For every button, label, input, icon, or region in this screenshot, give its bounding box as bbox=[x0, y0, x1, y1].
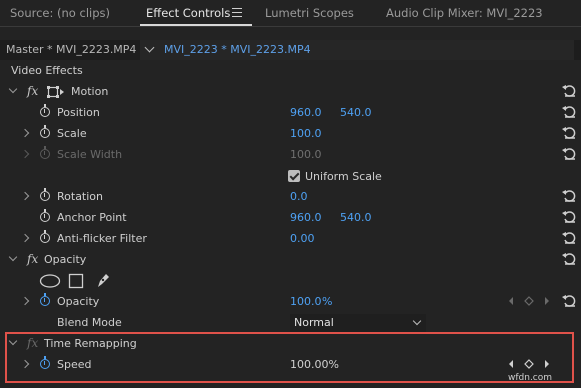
effect-time-remapping-row[interactable]: fx Time Remapping bbox=[0, 334, 581, 355]
chevron-down-icon[interactable] bbox=[8, 252, 18, 262]
stopwatch-icon[interactable] bbox=[40, 188, 50, 201]
uniform-scale-label[interactable]: Uniform Scale bbox=[305, 170, 382, 183]
keyframe-navigator bbox=[509, 296, 549, 306]
pen-mask-icon[interactable] bbox=[95, 272, 111, 289]
param-scale-width-row: Scale Width 100.0 bbox=[0, 145, 581, 166]
fx-toggle-icon: fx bbox=[27, 336, 39, 350]
param-label: Anti-flicker Filter bbox=[57, 232, 147, 245]
position-y-value[interactable]: 540.0 bbox=[340, 106, 372, 119]
add-keyframe-icon bbox=[524, 359, 534, 369]
next-keyframe-icon bbox=[545, 297, 549, 305]
chevron-down-icon bbox=[412, 316, 422, 326]
clip-selector[interactable]: MVI_2223 * MVI_2223.MP4 bbox=[140, 40, 574, 60]
reset-icon[interactable] bbox=[562, 84, 576, 98]
tab-lumetri-scopes[interactable]: Lumetri Scopes bbox=[265, 6, 354, 20]
uniform-scale-row: Uniform Scale bbox=[0, 167, 581, 188]
blend-mode-select[interactable]: Normal bbox=[290, 314, 426, 333]
rotation-value[interactable]: 0.0 bbox=[290, 190, 308, 203]
param-rotation-row: Rotation 0.0 bbox=[0, 187, 581, 208]
section-video-effects: Video Effects bbox=[11, 64, 83, 77]
blend-mode-value: Normal bbox=[294, 316, 334, 329]
scale-value[interactable]: 100.0 bbox=[290, 127, 322, 140]
mask-tools-row bbox=[0, 271, 581, 292]
stopwatch-icon bbox=[40, 146, 50, 159]
anchor-y-value[interactable]: 540.0 bbox=[340, 211, 372, 224]
watermark: wfdn.com bbox=[508, 373, 553, 383]
chevron-right-icon bbox=[20, 149, 30, 159]
stopwatch-icon[interactable] bbox=[40, 125, 50, 138]
ellipse-mask-icon[interactable] bbox=[39, 274, 61, 288]
position-x-value[interactable]: 960.0 bbox=[290, 106, 322, 119]
stopwatch-icon[interactable] bbox=[40, 230, 50, 243]
clip-name[interactable]: MVI_2223 * MVI_2223.MP4 bbox=[164, 43, 311, 56]
reset-icon[interactable] bbox=[562, 294, 576, 308]
effect-motion-row[interactable]: fx Motion bbox=[0, 82, 581, 103]
opacity-unit: % bbox=[322, 295, 333, 308]
param-blend-mode-row: Blend Mode Normal bbox=[0, 313, 581, 334]
chevron-right-icon[interactable] bbox=[20, 359, 30, 369]
param-opacity-row: Opacity 100.0 % bbox=[0, 292, 581, 313]
param-anchor-point-row: Anchor Point 960.0 540.0 bbox=[0, 208, 581, 229]
reset-icon[interactable] bbox=[562, 210, 576, 224]
anti-flicker-value[interactable]: 0.00 bbox=[290, 232, 315, 245]
uniform-scale-checkbox[interactable] bbox=[288, 170, 300, 182]
param-anti-flicker-row: Anti-flicker Filter 0.00 bbox=[0, 229, 581, 250]
param-label: Opacity bbox=[57, 295, 100, 308]
stopwatch-icon[interactable] bbox=[40, 209, 50, 222]
chevron-right-icon[interactable] bbox=[20, 191, 30, 201]
param-label: Blend Mode bbox=[57, 316, 122, 329]
chevron-down-icon[interactable] bbox=[8, 84, 18, 94]
stopwatch-icon[interactable] bbox=[40, 104, 50, 117]
chevron-down-icon[interactable] bbox=[8, 336, 18, 346]
fx-toggle-icon[interactable]: fx bbox=[27, 84, 38, 98]
tab-effect-controls[interactable]: Effect Controls bbox=[146, 6, 230, 20]
speed-value[interactable]: 100.00% bbox=[290, 358, 339, 371]
param-label: Scale bbox=[57, 127, 87, 140]
param-label: Anchor Point bbox=[57, 211, 127, 224]
keyframe-navigator bbox=[509, 359, 549, 369]
param-label: Speed bbox=[57, 358, 92, 371]
param-label: Rotation bbox=[57, 190, 104, 203]
effect-title: Time Remapping bbox=[44, 337, 137, 350]
stopwatch-icon[interactable] bbox=[40, 356, 50, 369]
prev-keyframe-icon bbox=[509, 360, 513, 368]
transform-handle-icon[interactable] bbox=[47, 86, 65, 98]
reset-icon[interactable] bbox=[562, 105, 576, 119]
effect-title: Motion bbox=[71, 85, 109, 98]
rectangle-mask-icon[interactable] bbox=[68, 273, 84, 289]
chevron-right-icon[interactable] bbox=[20, 296, 30, 306]
chevron-right-icon[interactable] bbox=[20, 233, 30, 243]
prev-keyframe-icon bbox=[509, 297, 513, 305]
reset-icon[interactable] bbox=[562, 231, 576, 245]
panel-menu-icon[interactable] bbox=[232, 8, 242, 17]
chevron-down-icon[interactable] bbox=[144, 42, 155, 53]
anchor-x-value[interactable]: 960.0 bbox=[290, 211, 322, 224]
scale-width-value: 100.0 bbox=[290, 148, 322, 161]
reset-icon[interactable] bbox=[562, 189, 576, 203]
effect-opacity-row[interactable]: fx Opacity bbox=[0, 250, 581, 271]
tab-source[interactable]: Source: (no clips) bbox=[10, 6, 110, 20]
param-position-row: Position 960.0 540.0 bbox=[0, 103, 581, 124]
reset-icon[interactable] bbox=[562, 147, 576, 161]
add-keyframe-icon bbox=[524, 296, 534, 306]
param-scale-row: Scale 100.0 bbox=[0, 124, 581, 145]
param-speed-row: Speed 100.00% bbox=[0, 355, 581, 376]
param-label: Position bbox=[57, 106, 100, 119]
chevron-right-icon[interactable] bbox=[20, 128, 30, 138]
clip-header: Master * MVI_2223.MP4 MVI_2223 * MVI_222… bbox=[0, 40, 581, 60]
master-clip-label[interactable]: Master * MVI_2223.MP4 bbox=[6, 43, 136, 56]
tab-audio-clip-mixer[interactable]: Audio Clip Mixer: MVI_2223 bbox=[386, 6, 543, 20]
effect-title: Opacity bbox=[44, 253, 87, 266]
reset-icon[interactable] bbox=[562, 252, 576, 266]
param-label: Scale Width bbox=[57, 148, 123, 161]
fx-toggle-icon[interactable]: fx bbox=[27, 252, 38, 266]
panel-tab-bar: Source: (no clips) Effect Controls Lumet… bbox=[0, 0, 581, 27]
opacity-value[interactable]: 100.0 bbox=[290, 295, 322, 308]
active-tab-indicator bbox=[140, 24, 252, 26]
stopwatch-icon[interactable] bbox=[40, 293, 50, 306]
next-keyframe-icon bbox=[545, 360, 549, 368]
reset-icon[interactable] bbox=[562, 126, 576, 140]
